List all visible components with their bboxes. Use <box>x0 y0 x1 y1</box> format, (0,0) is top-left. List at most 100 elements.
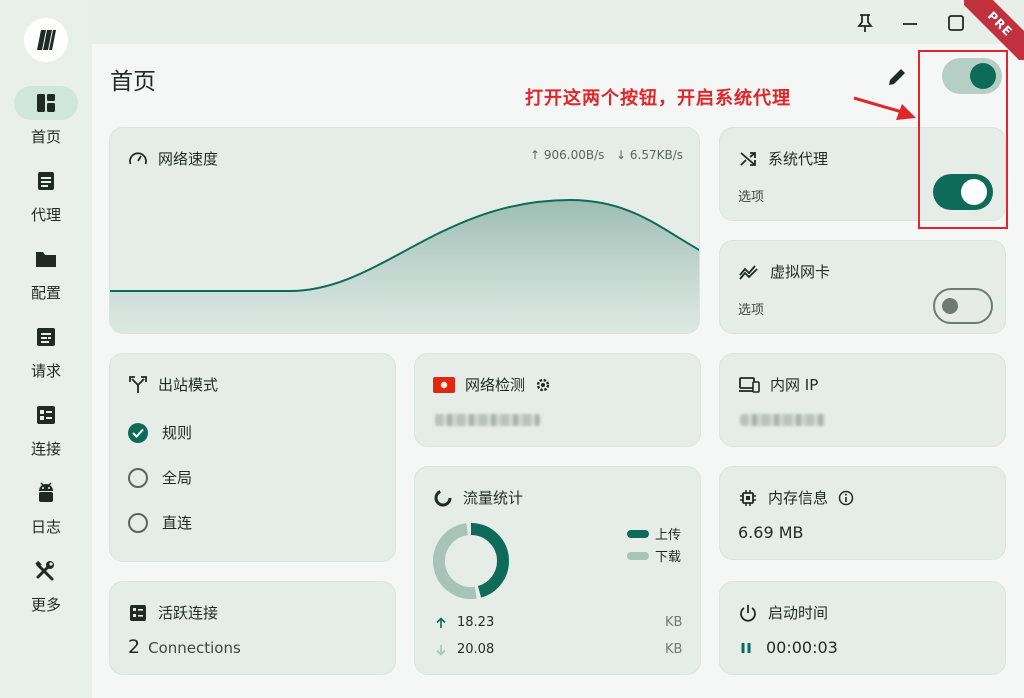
app-logo <box>24 18 68 62</box>
nav-label: 配置 <box>30 284 61 302</box>
nav-item-home[interactable]: 首页 <box>0 86 92 156</box>
pause-icon[interactable] <box>740 642 752 654</box>
arrow-down-icon <box>436 644 446 656</box>
mode-option-label: 规则 <box>162 424 193 442</box>
card-subtitle: 选项 <box>738 303 765 318</box>
android-icon <box>14 476 78 510</box>
uptime-row: 00:00:03 <box>740 638 838 657</box>
redacted-ip <box>740 414 825 426</box>
nav-item-logs[interactable]: 日志 <box>0 476 92 546</box>
card-title: 活跃连接 <box>158 604 219 622</box>
legend-upload: 上传 <box>627 524 681 543</box>
card-title: 内存信息 <box>768 489 829 507</box>
outbound-mode-card: 出站模式 规则 全局 直连 <box>109 353 396 562</box>
info-icon[interactable] <box>838 490 854 506</box>
mode-option-direct[interactable]: 直连 <box>128 512 192 533</box>
lan-ip-card[interactable]: 内网 IP <box>719 353 1006 447</box>
uptime-value: 00:00:03 <box>766 638 838 657</box>
page-title: 首页 <box>110 69 156 95</box>
download-value: 20.08 <box>457 642 495 657</box>
nav-item-proxy[interactable]: 代理 <box>0 164 92 234</box>
pencil-icon <box>889 69 905 85</box>
card-header: 流量统计 <box>433 487 523 508</box>
legend-download: 下载 <box>627 546 681 565</box>
active-connections-card[interactable]: 活跃连接 2 Connections <box>109 581 396 675</box>
virtual-nic-toggle[interactable] <box>933 288 993 324</box>
virtual-nic-card[interactable]: 虚拟网卡 选项 <box>719 240 1006 334</box>
mode-option-rule[interactable]: 规则 <box>128 422 192 443</box>
card-header: 内网 IP <box>738 374 818 395</box>
tools-icon <box>14 554 78 588</box>
pin-icon <box>857 14 873 32</box>
upload-value: 18.23 <box>457 615 495 630</box>
speed-graph <box>110 198 699 333</box>
radio-checked-icon <box>128 422 148 443</box>
nav-item-connections[interactable]: 连接 <box>0 398 92 468</box>
region-flag-icon <box>433 376 455 393</box>
annotation-arrow-icon <box>853 96 916 120</box>
card-header: 内存信息 <box>738 487 854 508</box>
memory-info-card: 内存信息 6.69 MB <box>719 466 1006 560</box>
maximize-icon <box>948 15 964 31</box>
annotation-text: 打开这两个按钮，开启系统代理 <box>525 88 791 109</box>
folder-icon <box>14 242 78 276</box>
list-icon <box>14 164 78 198</box>
nav-item-requests[interactable]: 请求 <box>0 320 92 390</box>
card-header: 虚拟网卡 <box>738 261 830 282</box>
card-header: 系统代理 <box>738 148 828 169</box>
connections-count: 2 <box>128 636 141 658</box>
edit-button[interactable] <box>882 62 912 92</box>
donut-chart-icon <box>434 489 452 506</box>
dashboard-icon <box>14 86 78 120</box>
shuffle-icon <box>740 151 756 166</box>
connections-summary: 2 Connections <box>128 636 241 658</box>
traffic-stats-card: 流量统计 上传 下载 18.23 KB 20.08 KB <box>414 466 701 675</box>
card-header: 出站模式 <box>128 374 218 395</box>
download-unit: KB <box>665 642 683 657</box>
gear-icon[interactable] <box>535 377 551 393</box>
devices-icon <box>739 376 760 393</box>
card-header: 启动时间 <box>738 602 828 623</box>
nav-item-profiles[interactable]: 配置 <box>0 242 92 312</box>
pin-button[interactable] <box>850 8 880 38</box>
title-bar <box>92 0 1024 44</box>
logo-icon <box>37 30 56 50</box>
nav-label: 代理 <box>30 206 61 224</box>
nav-label: 更多 <box>30 596 61 614</box>
nav-item-more[interactable]: 更多 <box>0 554 92 624</box>
legend-swatch <box>627 551 649 560</box>
card-title: 网络检测 <box>465 376 526 394</box>
card-title: 系统代理 <box>768 150 829 168</box>
navigation-rail: 首页 代理 配置 请求 连接 日志 更多 <box>0 0 92 698</box>
connections-icon <box>130 604 146 621</box>
nav-label: 请求 <box>30 362 61 380</box>
card-header: 网络检测 <box>433 374 551 395</box>
trending-icon <box>739 264 758 280</box>
traffic-donut <box>433 523 509 599</box>
card-title: 虚拟网卡 <box>770 263 831 281</box>
legend-label: 上传 <box>655 528 682 543</box>
uptime-card: 启动时间 00:00:03 <box>719 581 1006 675</box>
redacted-ip <box>435 414 540 426</box>
network-check-card[interactable]: 网络检测 <box>414 353 701 447</box>
card-title: 内网 IP <box>770 376 819 394</box>
connection-icon <box>14 398 78 432</box>
nav-label: 首页 <box>30 128 61 146</box>
upload-unit: KB <box>665 615 683 630</box>
radio-icon <box>128 467 148 488</box>
mode-option-label: 直连 <box>162 514 193 532</box>
mode-option-global[interactable]: 全局 <box>128 467 192 488</box>
arrow-up-icon <box>436 616 446 628</box>
mode-option-label: 全局 <box>162 469 193 487</box>
minimize-icon <box>903 23 917 25</box>
upload-total: 18.23 <box>435 615 494 630</box>
minimize-button[interactable] <box>895 8 925 38</box>
nav-label: 连接 <box>30 440 61 458</box>
radio-icon <box>128 512 148 533</box>
network-speed-card: 网络速度 ↑ 906.00B/s ↓ 6.57KB/s <box>109 127 700 334</box>
request-icon <box>14 320 78 354</box>
card-title: 出站模式 <box>158 376 219 394</box>
chip-icon <box>740 489 756 506</box>
legend-label: 下载 <box>655 550 682 565</box>
card-title: 流量统计 <box>463 489 524 507</box>
